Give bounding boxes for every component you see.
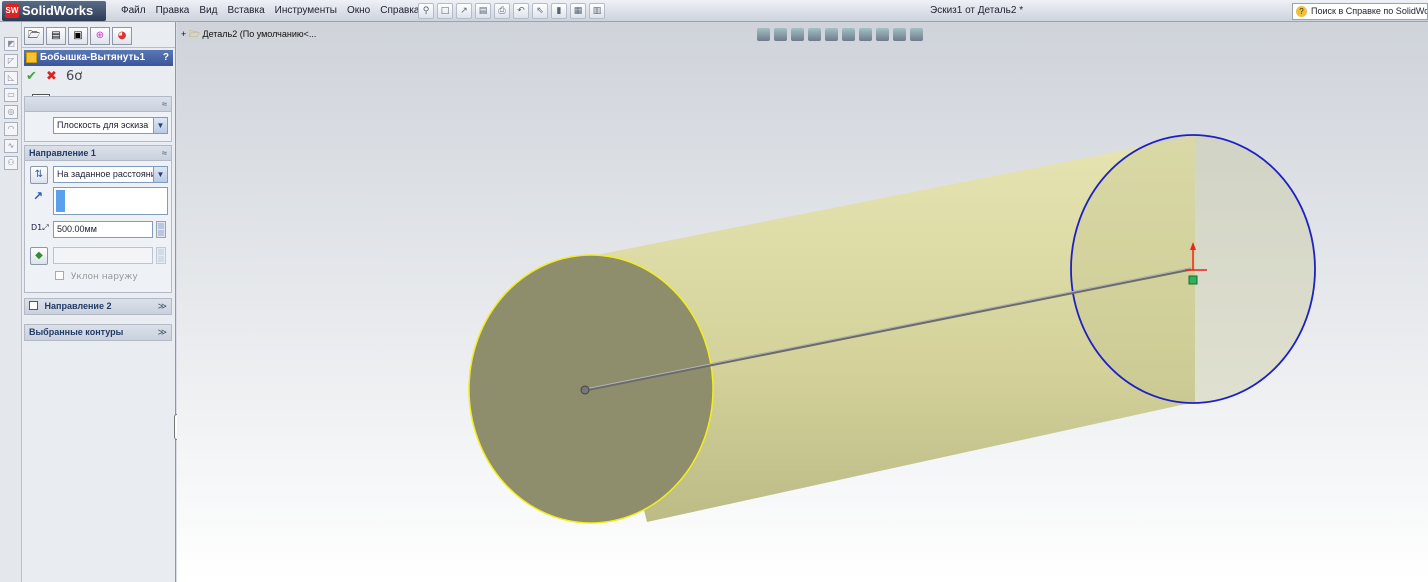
menu-edit[interactable]: Правка (151, 0, 195, 22)
depth-value: 500.00мм (57, 224, 97, 234)
selected-contours-section: Выбранные контуры ≫ (24, 324, 172, 341)
ok-check-icon[interactable]: ✔ (26, 69, 37, 84)
help-search-placeholder: Поиск в Справке по SolidWo (1311, 6, 1428, 16)
draft-outward-option[interactable]: Уклон наружу (55, 271, 138, 282)
menu-insert[interactable]: Вставка (222, 0, 269, 22)
feature-manager-tab[interactable]: 🗁 (24, 27, 44, 45)
draft-spinner[interactable] (156, 247, 166, 264)
help-icon: ? (1296, 6, 1307, 17)
open-icon[interactable]: ↗ (456, 3, 472, 19)
menu-bar: Файл Правка Вид Вставка Инструменты Окно… (116, 0, 424, 22)
direction1-label: Направление 1 (29, 148, 96, 158)
display-manager-tab[interactable]: ◕ (112, 27, 132, 45)
graphics-area[interactable]: + 🗁 Деталь2 (По умолчанию<... (177, 22, 1428, 582)
start-condition-select[interactable]: Плоскость для эскиза ▼ (53, 117, 168, 134)
pm-actions: ✔ ✖ 6ơ (22, 66, 175, 88)
from-section: ≈ Плоскость для эскиза ▼ (24, 96, 172, 142)
expand-icon[interactable]: ≫ (158, 299, 167, 314)
cancel-x-icon[interactable]: ✖ (46, 69, 57, 84)
chevron-down-icon[interactable]: ▼ (153, 118, 167, 133)
direction2-checkbox[interactable] (29, 301, 38, 310)
task-strip: ◩ ◸ ◺ ▭ ◎ ◠ ∿ ⚇ (0, 22, 22, 582)
extrude-preview-model[interactable] (177, 22, 1428, 582)
direction1-header[interactable]: Направление 1 ≈ (25, 146, 171, 161)
help-search-input[interactable]: ? Поиск в Справке по SolidWo (1292, 3, 1428, 20)
depth-spinner[interactable] (156, 221, 166, 238)
direction2-header[interactable]: Направление 2 ≫ (25, 299, 171, 314)
pin-icon[interactable]: ⚲ (418, 3, 434, 19)
spline-tool-icon[interactable]: ∿ (4, 139, 18, 153)
property-manager: 🗁 ▤ ▣ ⊕ ◕ Бобышка-Вытянуть1 ? ✔ ✖ 6ơ OK … (22, 22, 176, 582)
collapse-icon[interactable]: ≈ (162, 146, 167, 161)
selected-contours-header[interactable]: Выбранные контуры ≫ (25, 325, 171, 340)
solidworks-logo-icon: SW (5, 4, 19, 18)
depth-icon: D1⤢ (31, 223, 49, 232)
select-icon[interactable]: ⇖ (532, 3, 548, 19)
pm-help-button[interactable]: ? (163, 50, 169, 66)
new-document-icon[interactable]: □ (437, 3, 453, 19)
draft-outward-label: Уклон наружу (70, 272, 138, 282)
direction1-section: Направление 1 ≈ ⇅ На заданное расстояни … (24, 145, 172, 293)
end-condition-select[interactable]: На заданное расстояни ▼ (53, 166, 168, 183)
manager-tabs: 🗁 ▤ ▣ ⊕ ◕ (22, 22, 175, 48)
axis-start-point[interactable] (580, 385, 590, 395)
file-properties-icon[interactable]: ▦ (570, 3, 586, 19)
configuration-manager-tab[interactable]: ▣ (68, 27, 88, 45)
circle-tool-icon[interactable]: ◎ (4, 105, 18, 119)
detailed-preview-icon[interactable]: 6ơ (66, 69, 82, 84)
direction-vector-icon: ↗ (33, 189, 44, 203)
selected-contours-label: Выбранные контуры (29, 327, 124, 337)
quick-access-toolbar: ⚲ □ ↗ ▤ ⎙ ↶ ⇖ ▮ ▦ ▥ (418, 3, 605, 19)
line-tool-icon[interactable]: ◺ (4, 71, 18, 85)
print-icon[interactable]: ⎙ (494, 3, 510, 19)
draft-angle-input[interactable] (53, 247, 153, 264)
sketch-tool-icon[interactable]: ◩ (4, 37, 18, 51)
origin-marker[interactable] (1188, 275, 1198, 285)
draft-button[interactable]: ◆ (30, 247, 48, 265)
document-title: Эскиз1 от Деталь2 * (930, 5, 1024, 16)
rectangle-tool-icon[interactable]: ▭ (4, 88, 18, 102)
pm-title: Бобышка-Вытянуть1 (40, 52, 146, 63)
menu-file[interactable]: Файл (116, 0, 151, 22)
direction-vector-field[interactable] (53, 187, 168, 215)
expand-icon[interactable]: ≫ (158, 325, 167, 340)
menu-view[interactable]: Вид (194, 0, 222, 22)
title-bar: SW SolidWorks Файл Правка Вид Вставка Ин… (0, 0, 1428, 22)
selection-indicator (56, 190, 65, 212)
relations-icon[interactable]: ⚇ (4, 156, 18, 170)
save-icon[interactable]: ▤ (475, 3, 491, 19)
depth-input[interactable]: 500.00мм (53, 221, 153, 238)
menu-window[interactable]: Окно (342, 0, 375, 22)
solidworks-logo[interactable]: SW SolidWorks (2, 1, 106, 21)
end-condition-value: На заданное расстояни (57, 169, 156, 179)
collapse-icon[interactable]: ≈ (162, 97, 167, 112)
draft-outward-checkbox[interactable] (55, 271, 64, 280)
start-condition-value: Плоскость для эскиза (57, 120, 149, 130)
menu-tools[interactable]: Инструменты (270, 0, 342, 22)
rebuild-icon[interactable]: ▮ (551, 3, 567, 19)
chevron-down-icon[interactable]: ▼ (153, 167, 167, 182)
dimxpert-manager-tab[interactable]: ⊕ (90, 27, 110, 45)
undo-icon[interactable]: ↶ (513, 3, 529, 19)
reverse-direction-button[interactable]: ⇅ (30, 166, 48, 184)
app-name: SolidWorks (22, 3, 94, 18)
from-section-header[interactable]: ≈ (25, 97, 171, 112)
smart-dimension-icon[interactable]: ◸ (4, 54, 18, 68)
arc-tool-icon[interactable]: ◠ (4, 122, 18, 136)
direction2-label: Направление 2 (44, 301, 112, 311)
property-manager-tab[interactable]: ▤ (46, 27, 66, 45)
pm-title-bar: Бобышка-Вытянуть1 ? (24, 50, 173, 66)
boss-extrude-icon (26, 52, 37, 63)
direction2-section: Направление 2 ≫ (24, 298, 172, 315)
options-icon[interactable]: ▥ (589, 3, 605, 19)
